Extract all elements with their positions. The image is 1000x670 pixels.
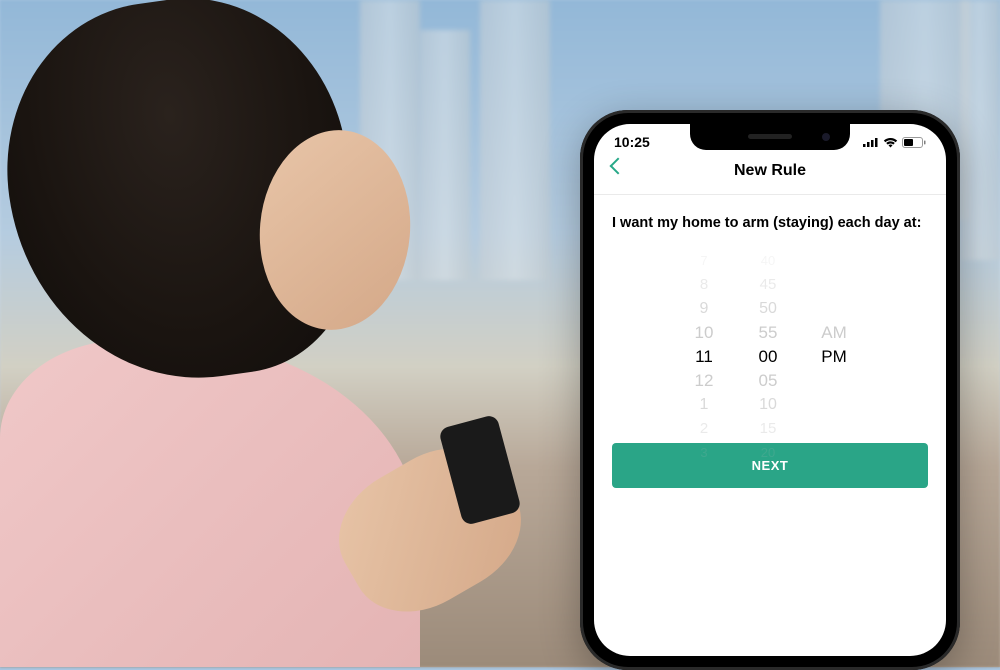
page-title: New Rule [594,162,946,180]
phone-notch [690,124,850,150]
minute-option[interactable]: 05 [759,369,778,393]
hour-option[interactable]: 1 [700,393,709,417]
status-indicators [863,137,926,148]
hour-option[interactable]: 9 [700,297,709,321]
hour-option[interactable]: 8 [700,273,708,297]
ampm-picker-column[interactable]: AM PM [812,249,856,417]
speaker-slot [748,134,792,139]
hour-picker-column[interactable]: 7 8 9 10 11 12 1 2 3 [684,249,724,417]
minute-option[interactable]: 20 [761,441,775,465]
hour-selected[interactable]: 11 [695,345,713,369]
building-shape [960,0,1000,260]
minute-option[interactable]: 40 [761,249,775,273]
hour-option[interactable]: 3 [700,441,707,465]
cellular-signal-icon [863,137,879,147]
minute-selected[interactable]: 00 [759,345,778,369]
person-in-photo [0,0,520,667]
time-picker[interactable]: 7 8 9 10 11 12 1 2 3 40 45 50 55 00 05 [612,249,928,417]
minute-option[interactable]: 15 [760,417,777,441]
battery-icon [902,137,926,148]
front-camera [822,133,830,141]
prompt-text: I want my home to arm (staying) each day… [612,215,928,231]
phone-mockup-frame: 10:25 New Rule I want my home to arm (st… [580,110,960,670]
hour-option[interactable]: 7 [700,249,707,273]
wifi-icon [883,137,898,148]
ampm-option[interactable]: AM [821,321,847,345]
ampm-selected[interactable]: PM [821,345,847,369]
content-area: I want my home to arm (staying) each day… [594,195,946,508]
hour-option[interactable]: 10 [695,321,714,345]
minute-picker-column[interactable]: 40 45 50 55 00 05 10 15 20 [748,249,788,417]
minute-option[interactable]: 45 [760,273,777,297]
minute-option[interactable]: 10 [759,393,777,417]
hour-option[interactable]: 12 [695,369,714,393]
phone-screen: 10:25 New Rule I want my home to arm (st… [594,124,946,656]
app-header: New Rule [594,154,946,195]
status-time: 10:25 [614,134,650,150]
minute-option[interactable]: 50 [759,297,777,321]
minute-option[interactable]: 55 [759,321,778,345]
hour-option[interactable]: 2 [700,417,708,441]
